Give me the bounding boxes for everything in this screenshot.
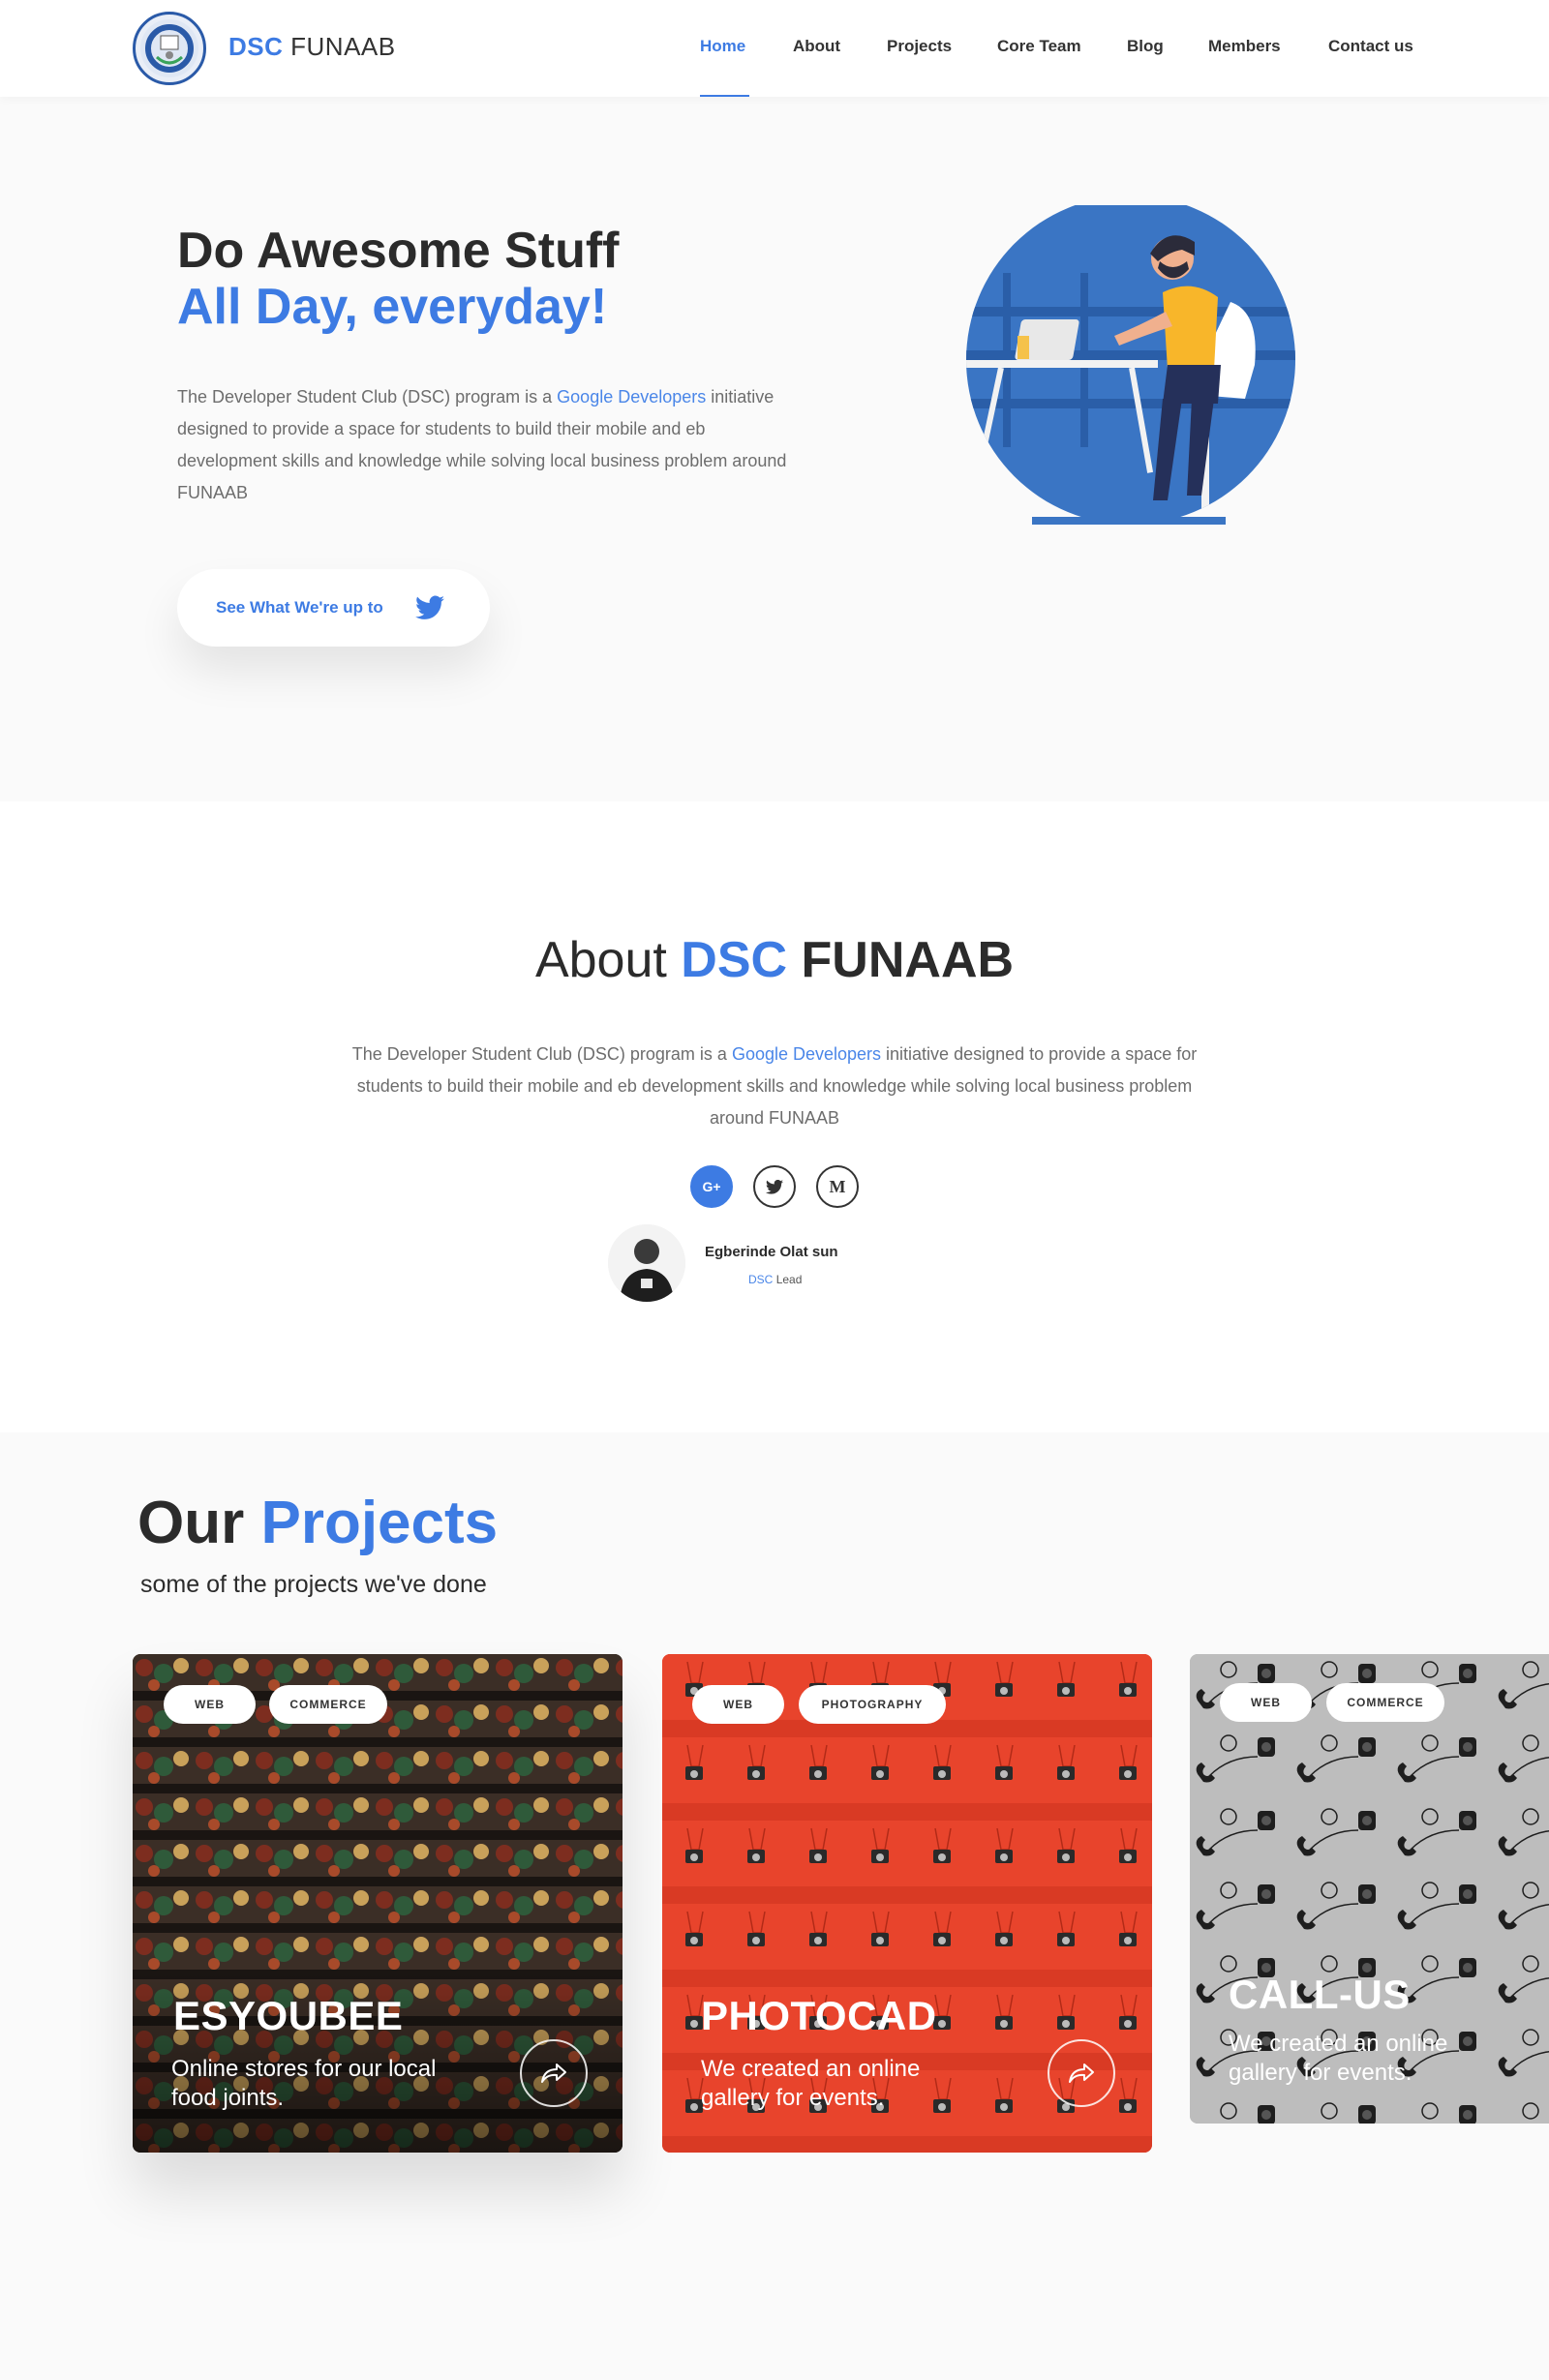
about-title-suffix: FUNAAB [801,932,1015,988]
top-navbar: DSC FUNAAB Home About Projects Core Team… [0,0,1549,97]
project-description: Online stores for our local food joints. [171,2056,437,2111]
nav-members[interactable]: Members [1208,37,1281,56]
google-developers-link[interactable]: Google Developers [557,387,706,407]
hero-description: The Developer Student Club (DSC) program… [177,381,797,509]
see-what-were-up-to-button[interactable]: See What We're up to [177,569,490,647]
google-plus-icon[interactable]: G+ [690,1165,733,1208]
projects-title-accent: Projects [260,1490,499,1556]
lead-role-rest: Lead [775,1273,803,1286]
tag-web[interactable]: WEB [1220,1683,1312,1722]
main-menu: Home About Projects Core Team Blog Membe… [0,37,1549,66]
project-title: CALL-US [1229,1972,1411,2017]
developer-at-desk-illustration [964,205,1298,529]
nav-projects[interactable]: Projects [887,37,952,56]
cta-label: See What We're up to [216,598,383,617]
tag-commerce[interactable]: COMMERCE [269,1685,387,1724]
about-title: About DSC FUNAAB [0,931,1549,989]
hero-title-line2: All Day, everyday! [177,279,608,335]
avatar[interactable] [608,1224,685,1302]
active-nav-indicator [700,95,749,97]
projects-subtitle: some of the projects we've done [140,1571,487,1598]
about-desc-text: The Developer Student Club (DSC) program… [351,1044,732,1064]
project-description: We created an online gallery for events. [1229,2031,1448,2086]
project-card-esyoubee[interactable]: WEB COMMERCE ESYOUBEE Online stores for … [133,1654,623,2153]
about-title-prefix: About [534,932,667,988]
tag-web[interactable]: WEB [692,1685,784,1724]
nav-contact-us[interactable]: Contact us [1328,37,1413,56]
nav-home[interactable]: Home [700,37,745,56]
project-title: PHOTOCAD [701,1993,937,2038]
lead-name: Egberinde Olat sun [705,1244,838,1260]
nav-core-team[interactable]: Core Team [997,37,1081,56]
about-description: The Developer Student Club (DSC) program… [329,1039,1220,1134]
google-developers-link[interactable]: Google Developers [732,1044,881,1064]
project-card-photocad[interactable]: WEB PHOTOGRAPHY PHOTOCAD We created an o… [662,1654,1152,2153]
projects-title: Our Projects [137,1489,498,1557]
project-title: ESYOUBEE [173,1993,404,2038]
share-icon[interactable] [1048,2039,1115,2107]
hero-desc-text: The Developer Student Club (DSC) program… [177,387,558,407]
project-description: We created an online gallery for events. [701,2056,921,2111]
twitter-icon[interactable] [753,1165,796,1208]
project-card-call-us[interactable]: WEB COMMERCE CALL-US We created an onlin… [1190,1654,1549,2124]
medium-icon[interactable]: M [816,1165,859,1208]
about-title-accent: DSC [681,932,788,988]
lead-role: DSC Lead [748,1273,802,1286]
projects-title-prefix: Our [137,1490,245,1556]
hero-title-line1: Do Awesome Stuff [177,223,620,279]
lead-role-accent: DSC [748,1273,774,1286]
tag-commerce[interactable]: COMMERCE [1326,1683,1444,1722]
tag-photography[interactable]: PHOTOGRAPHY [799,1685,946,1724]
nav-blog[interactable]: Blog [1127,37,1164,56]
nav-about[interactable]: About [793,37,840,56]
hero-title: Do Awesome Stuff All Day, everyday! [177,223,620,335]
tag-web[interactable]: WEB [164,1685,256,1724]
twitter-icon [415,595,444,625]
share-icon[interactable] [520,2039,588,2107]
